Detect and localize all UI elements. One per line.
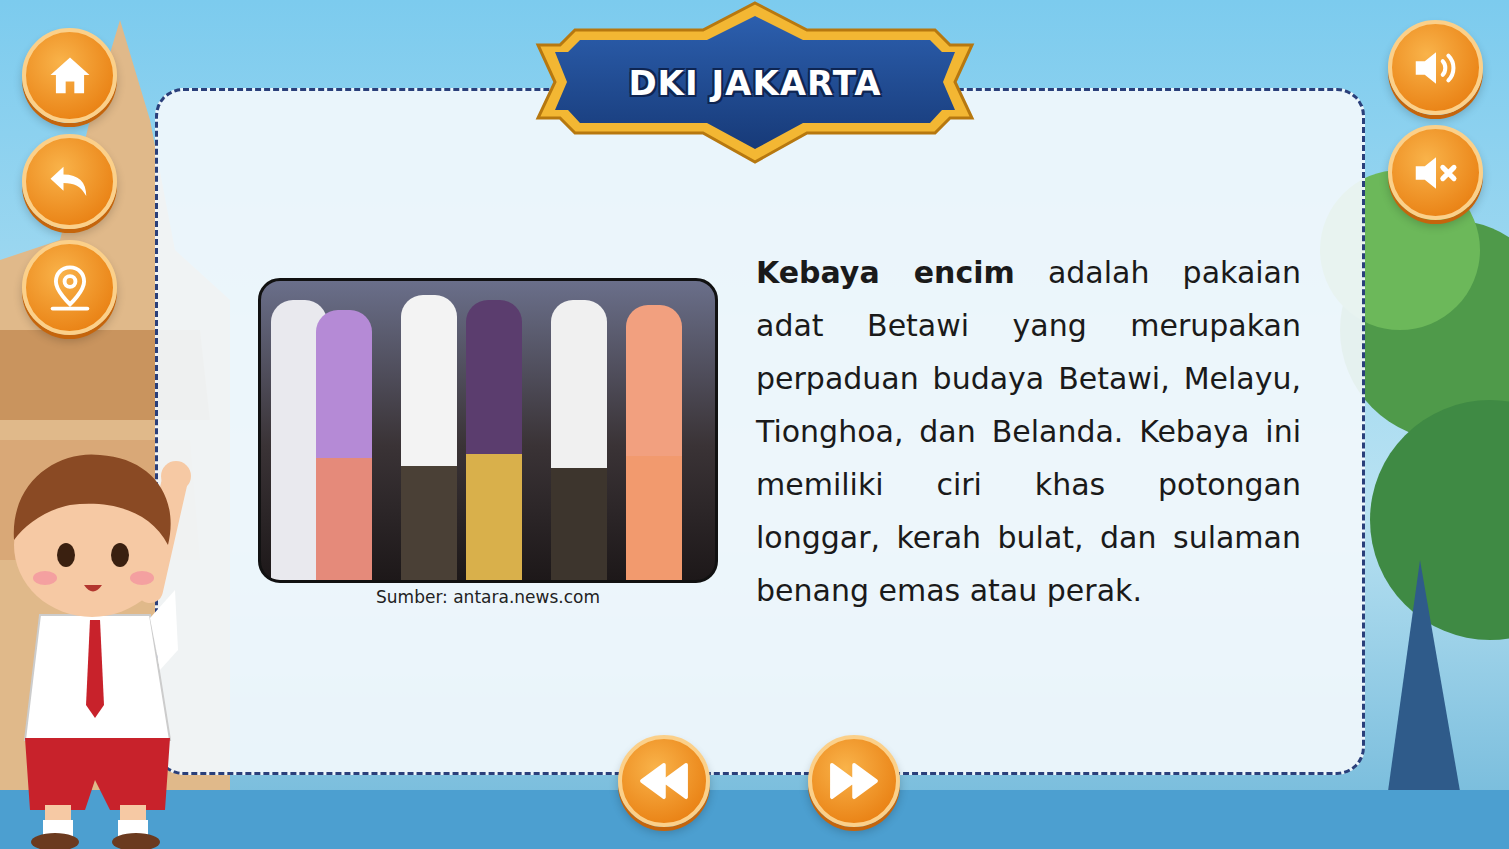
student-mascot-icon	[0, 440, 205, 849]
previous-button[interactable]	[618, 735, 710, 827]
page-title: DKI JAKARTA	[628, 63, 881, 103]
sound-on-button[interactable]	[1388, 20, 1483, 115]
house-icon	[44, 50, 96, 102]
content-card: Sumber: antara.news.com Kebaya encim ada…	[155, 88, 1365, 775]
learning-screen: Sumber: antara.news.com Kebaya encim ada…	[0, 0, 1509, 849]
photo	[258, 278, 718, 583]
mute-button[interactable]	[1388, 125, 1483, 220]
location-pin-icon	[44, 262, 96, 314]
description-text: Kebaya encim adalah pakaian adat Betawi …	[756, 246, 1301, 617]
photo-caption: Sumber: antara.news.com	[376, 587, 600, 607]
rewind-icon	[636, 753, 692, 809]
back-button[interactable]	[22, 134, 117, 229]
speaker-muted-icon	[1409, 146, 1463, 200]
back-arrow-icon	[44, 156, 96, 208]
map-button[interactable]	[22, 240, 117, 335]
next-button[interactable]	[808, 735, 900, 827]
home-button[interactable]	[22, 28, 117, 123]
sound-toolbar	[1365, 0, 1509, 849]
title-banner: DKI JAKARTA	[535, 0, 975, 165]
page-navigation	[618, 735, 900, 827]
photo-figure: Sumber: antara.news.com	[258, 256, 718, 607]
speaker-icon	[1409, 41, 1463, 95]
fast-forward-icon	[826, 753, 882, 809]
term: Kebaya encim	[756, 255, 1015, 290]
